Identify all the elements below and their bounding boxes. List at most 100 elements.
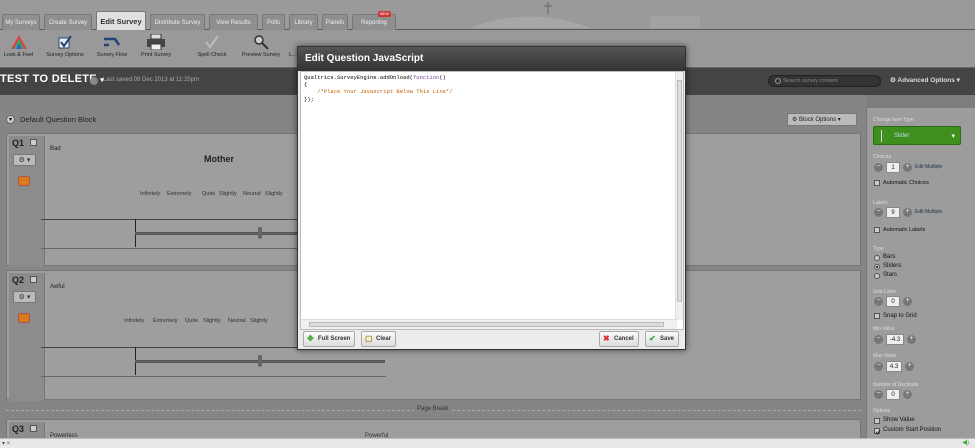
question-gear-button[interactable]: ⚙ ▾: [13, 291, 36, 303]
scale-label: Slightly: [250, 318, 268, 324]
tab-my-surveys[interactable]: My Surveys: [2, 14, 40, 30]
castle-decoration: [650, 16, 700, 28]
question-id: Q3: [12, 424, 25, 434]
tab-edit-survey[interactable]: Edit Survey: [96, 11, 146, 30]
survey-title-text: TEST TO DELETE: [0, 73, 97, 85]
snap-to-grid-checkbox[interactable]: [874, 313, 880, 319]
labels-count[interactable]: 9: [886, 207, 900, 218]
min-value-minus-button[interactable]: −: [874, 335, 883, 344]
tab-label: Panels: [325, 20, 345, 26]
question-text[interactable]: Bad: [50, 146, 61, 152]
show-value-checkbox[interactable]: [874, 418, 880, 424]
slider-handle[interactable]: [258, 355, 262, 367]
advanced-options-button[interactable]: ⚙ Advanced Options ▾: [890, 76, 960, 84]
vertical-scrollbar[interactable]: [675, 72, 683, 320]
automatic-labels-label: Automatic Labels: [883, 227, 926, 233]
item-type-select[interactable]: Slider ▾: [873, 126, 961, 145]
max-value-plus-button[interactable]: +: [905, 362, 914, 371]
print-survey-button[interactable]: Print Survey: [136, 32, 176, 66]
page-break-label[interactable]: Page Break: [414, 406, 452, 412]
choices-count[interactable]: 1: [886, 162, 900, 173]
custom-start-checkbox[interactable]: [874, 428, 881, 435]
type-bars-radio[interactable]: [874, 255, 880, 261]
question-id: Q1: [12, 138, 25, 148]
tab-polls[interactable]: Polls: [262, 14, 285, 30]
clear-button[interactable]: ▢ Clear: [361, 331, 397, 347]
javascript-icon[interactable]: [18, 313, 30, 323]
question-text[interactable]: Awful: [50, 284, 65, 290]
decimals-minus-button[interactable]: −: [874, 390, 883, 399]
tab-reporting[interactable]: Reporting NEW: [352, 11, 396, 30]
app-window: My Surveys Create Survey Edit Survey Dis…: [0, 0, 975, 448]
survey-title[interactable]: TEST TO DELETE ▾: [0, 73, 104, 85]
decimals-plus-button[interactable]: +: [903, 390, 912, 399]
grid-lines-value[interactable]: 0: [886, 296, 900, 307]
chevron-down-icon: ▾: [951, 133, 955, 140]
info-icon[interactable]: [90, 77, 98, 85]
max-value-label: Max Value: [873, 353, 897, 359]
tab-label: Library: [294, 20, 313, 26]
tab-view-results[interactable]: View Results: [209, 14, 258, 30]
choices-plus-button[interactable]: +: [903, 163, 912, 172]
scrollbar-thumb[interactable]: [677, 80, 682, 302]
question-select-checkbox[interactable]: [30, 276, 37, 283]
full-screen-button[interactable]: ✥ Full Screen: [303, 331, 356, 347]
labels-minus-button[interactable]: −: [874, 208, 883, 217]
max-value[interactable]: 4.3: [886, 361, 902, 372]
type-stars-radio[interactable]: [874, 273, 880, 279]
scrollbar-thumb[interactable]: [309, 322, 664, 327]
grid-lines-plus-button[interactable]: +: [903, 297, 912, 306]
tab-label: My Surveys: [5, 20, 37, 26]
slider-track[interactable]: [135, 232, 301, 235]
choices-minus-button[interactable]: −: [874, 163, 883, 172]
collapse-block-icon[interactable]: ▾: [6, 115, 15, 124]
code-editor[interactable]: Qualtrics.SurveyEngine.addOnload(functio…: [300, 71, 684, 330]
tab-library[interactable]: Library: [289, 14, 318, 30]
look-feel-button[interactable]: Look & Feel: [1, 32, 36, 66]
gear-icon: ⚙: [890, 77, 896, 84]
question-select-checkbox[interactable]: [30, 425, 37, 432]
labels-plus-button[interactable]: +: [903, 208, 912, 217]
slider-type-icon: [881, 130, 882, 142]
question-number-column: Q1 ⚙ ▾: [9, 136, 45, 267]
tab-create-survey[interactable]: Create Survey: [44, 14, 92, 30]
horizontal-scrollbar[interactable]: [301, 319, 677, 329]
edit-multiple-choices-link[interactable]: Edit Multiple: [915, 164, 942, 170]
question-gear-button[interactable]: ⚙ ▾: [13, 154, 36, 166]
survey-flow-button[interactable]: Survey Flow: [93, 32, 131, 66]
scale-label: Slightly: [265, 191, 283, 197]
block-name[interactable]: Default Question Block: [20, 115, 96, 124]
decimals-value[interactable]: 0: [886, 389, 900, 400]
block-options-button[interactable]: ⚙ Block Options ▾: [787, 113, 857, 126]
edit-multiple-labels-link[interactable]: Edit Multiple: [915, 209, 942, 215]
cancel-button[interactable]: ✖ Cancel: [599, 331, 639, 347]
scale-label: Quite: [185, 318, 199, 324]
tool-label: Print Survey: [141, 52, 171, 58]
save-button[interactable]: ✔ Save: [645, 331, 680, 347]
grid-lines-minus-button[interactable]: −: [874, 297, 883, 306]
question-select-checkbox[interactable]: [30, 139, 37, 146]
type-sliders-radio[interactable]: [874, 264, 880, 270]
tab-label: Reporting: [360, 20, 387, 26]
max-value-minus-button[interactable]: −: [874, 362, 883, 371]
min-value[interactable]: -4.3: [886, 334, 904, 345]
spell-check-button[interactable]: Spell Check: [193, 32, 231, 66]
preview-survey-button[interactable]: Preview Survey: [237, 32, 285, 66]
code-keyword: function: [412, 74, 440, 81]
type-label: Type: [873, 246, 884, 252]
slider-handle[interactable]: [258, 227, 262, 239]
tab-label: Edit Survey: [100, 17, 142, 26]
survey-options-button[interactable]: Survey Options: [42, 32, 88, 66]
tab-distribute-survey[interactable]: Distribute Survey: [150, 14, 205, 30]
mountain-decoration: [470, 2, 590, 28]
automatic-labels-checkbox[interactable]: [874, 227, 880, 233]
min-value-plus-button[interactable]: +: [907, 335, 916, 344]
button-label: Save: [660, 336, 675, 342]
javascript-icon[interactable]: [18, 176, 30, 186]
search-icon: [775, 78, 781, 84]
automatic-choices-checkbox[interactable]: [874, 180, 880, 186]
search-input[interactable]: Search survey content: [768, 75, 881, 87]
tab-panels[interactable]: Panels: [322, 14, 348, 30]
advanced-options-label: Advanced Options: [897, 77, 955, 84]
options-label: Options: [873, 408, 891, 414]
